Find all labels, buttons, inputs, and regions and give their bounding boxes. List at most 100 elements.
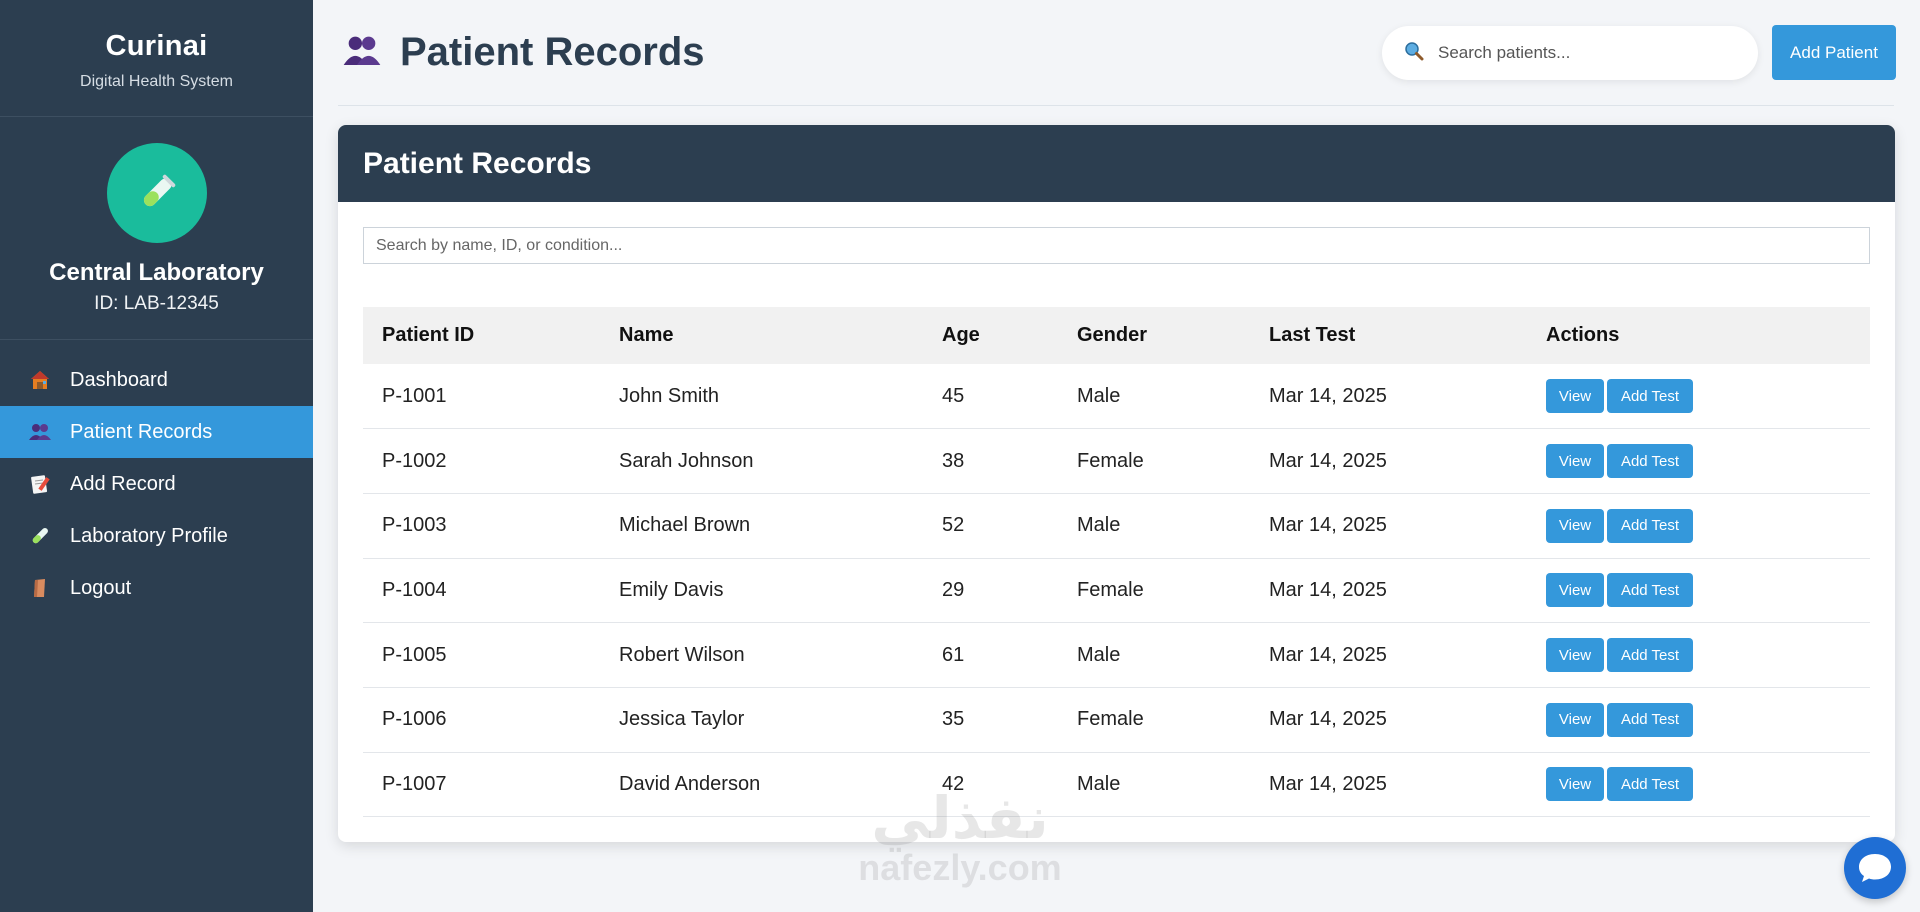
table-row: P-1004 Emily Davis 29 Female Mar 14, 202…: [363, 558, 1870, 623]
last-test-date: Mar 14, 2025: [1269, 708, 1387, 731]
lab-id: ID: LAB-12345: [94, 293, 219, 314]
add-test-button[interactable]: Add Test: [1607, 444, 1693, 479]
view-button[interactable]: View: [1546, 638, 1604, 673]
row-actions: View Add Test: [1527, 364, 1870, 429]
patient-gender: Male: [1077, 643, 1121, 666]
column-header[interactable]: Gender: [1058, 307, 1250, 364]
add-test-button[interactable]: Add Test: [1607, 508, 1693, 543]
patient-id: P-1001: [382, 384, 447, 407]
patient-id: P-1005: [382, 643, 447, 666]
column-header: Actions: [1546, 324, 1620, 346]
chat-button[interactable]: [1844, 837, 1906, 899]
column-header[interactable]: Name: [600, 307, 923, 364]
patient-name: John Smith: [619, 384, 720, 407]
watermark-latin: nafezly.com: [858, 847, 1062, 888]
patient-age: 42: [942, 772, 965, 795]
patient-id: P-1007: [382, 772, 447, 795]
page-title: Patient Records: [400, 30, 705, 74]
last-test-date: Mar 14, 2025: [1269, 384, 1387, 407]
view-button[interactable]: View: [1546, 379, 1604, 414]
page-header: Patient Records Add Patient: [338, 0, 1896, 106]
last-test-date: Mar 14, 2025: [1269, 514, 1387, 537]
patient-name: Jessica Taylor: [619, 708, 745, 731]
patient-name: Robert Wilson: [619, 643, 745, 666]
sidebar-nav: Dashboard Patient Records Add Record Lab…: [0, 354, 313, 614]
table-row: P-1002 Sarah Johnson 38 Female Mar 14, 2…: [363, 429, 1870, 494]
patient-gender: Male: [1077, 772, 1121, 795]
patient-gender: Male: [1077, 514, 1121, 537]
view-button[interactable]: View: [1546, 573, 1604, 608]
view-button[interactable]: View: [1546, 702, 1604, 737]
view-button[interactable]: View: [1546, 508, 1604, 543]
patient-age: 29: [942, 578, 965, 601]
sidebar-item-laboratory-profile[interactable]: Laboratory Profile: [0, 510, 313, 562]
patient-age: 45: [942, 384, 965, 407]
patient-age: 61: [942, 643, 965, 666]
patient-age: 38: [942, 449, 965, 472]
last-test-date: Mar 14, 2025: [1269, 772, 1387, 795]
table-row: P-1007 David Anderson 42 Male Mar 14, 20…: [363, 752, 1870, 817]
filter-input[interactable]: [363, 227, 1870, 264]
table-header-row: Patient ID Name Age Gender Last Test Act…: [363, 307, 1870, 364]
add-test-button[interactable]: Add Test: [1607, 702, 1693, 737]
sidebar-item-logout[interactable]: Logout: [0, 562, 313, 614]
patient-name: Sarah Johnson: [619, 449, 754, 472]
add-test-button[interactable]: Add Test: [1607, 767, 1693, 802]
view-button[interactable]: View: [1546, 444, 1604, 479]
add-patient-button[interactable]: Add Patient: [1772, 25, 1896, 80]
memo-icon: [28, 472, 52, 496]
table-row: P-1001 John Smith 45 Male Mar 14, 2025 V…: [363, 364, 1870, 429]
header-search[interactable]: [1382, 26, 1758, 80]
last-test-date: Mar 14, 2025: [1269, 643, 1387, 666]
sidebar: Curinai Digital Health System Central La…: [0, 0, 313, 912]
row-actions: View Add Test: [1527, 752, 1870, 817]
column-header[interactable]: Patient ID: [363, 307, 600, 364]
people-icon: [28, 420, 52, 444]
search-input[interactable]: [1438, 43, 1728, 63]
patient-id: P-1002: [382, 449, 447, 472]
sidebar-item-add-record[interactable]: Add Record: [0, 458, 313, 510]
patients-table: Patient ID Name Age Gender Last Test Act…: [363, 307, 1870, 817]
patient-name: Emily Davis: [619, 578, 724, 601]
sidebar-item-label: Logout: [70, 576, 132, 599]
row-actions: View Add Test: [1527, 558, 1870, 623]
table-row: P-1003 Michael Brown 52 Male Mar 14, 202…: [363, 493, 1870, 559]
add-test-button[interactable]: Add Test: [1607, 638, 1693, 673]
sidebar-item-label: Add Record: [70, 472, 176, 495]
patient-gender: Female: [1077, 708, 1144, 731]
card-title: Patient Records: [338, 125, 1895, 202]
lab-profile: Central Laboratory ID: LAB-12345: [0, 117, 313, 340]
patient-name: Michael Brown: [619, 514, 751, 537]
add-test-button[interactable]: Add Test: [1607, 379, 1693, 414]
app-subtitle: Digital Health System: [80, 73, 233, 90]
column-header[interactable]: Last Test: [1250, 307, 1527, 364]
lab-name: Central Laboratory: [49, 259, 264, 286]
chat-bubble-icon: [1859, 854, 1891, 882]
patient-id: P-1003: [382, 514, 447, 537]
view-button[interactable]: View: [1546, 767, 1604, 802]
last-test-date: Mar 14, 2025: [1269, 449, 1387, 472]
table-row: P-1006 Jessica Taylor 35 Female Mar 14, …: [363, 687, 1870, 753]
sidebar-item-patient-records[interactable]: Patient Records: [0, 406, 313, 458]
row-actions: View Add Test: [1527, 493, 1870, 558]
patient-gender: Male: [1077, 384, 1121, 407]
patient-name: David Anderson: [619, 772, 761, 795]
avatar: [106, 143, 207, 243]
sidebar-item-label: Dashboard: [70, 368, 168, 391]
sidebar-item-dashboard[interactable]: Dashboard: [0, 354, 313, 406]
patient-gender: Female: [1077, 449, 1144, 472]
patient-age: 35: [942, 708, 965, 731]
row-actions: View Add Test: [1527, 429, 1870, 494]
sidebar-item-label: Laboratory Profile: [70, 524, 228, 547]
search-icon: [1404, 41, 1424, 66]
app-name: Curinai: [105, 30, 208, 62]
add-test-button[interactable]: Add Test: [1607, 573, 1693, 608]
patient-age: 52: [942, 514, 965, 537]
test-tube-icon: [143, 174, 175, 207]
brand: Curinai Digital Health System: [0, 0, 313, 117]
page-title-group: Patient Records: [342, 30, 705, 75]
test-tube-icon: [28, 524, 52, 548]
column-header[interactable]: Age: [923, 307, 1058, 364]
sidebar-item-label: Patient Records: [70, 420, 213, 443]
house-icon: [28, 368, 52, 392]
